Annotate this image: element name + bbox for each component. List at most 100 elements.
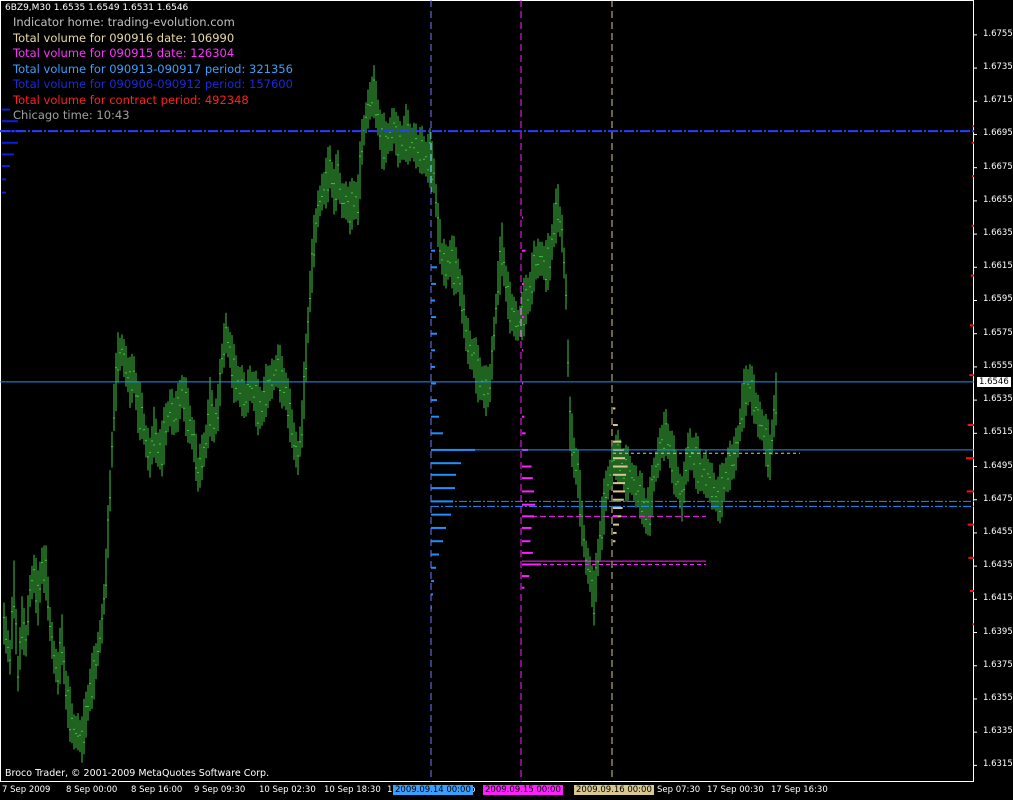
volume-profile-contract-bar bbox=[968, 556, 974, 559]
volume-profile-contract-bar bbox=[970, 324, 974, 327]
volume-profile-contract-bar bbox=[966, 457, 974, 460]
y-tick-label: 1.6335 bbox=[983, 726, 1013, 737]
volume-profile-0916-bar bbox=[613, 540, 616, 543]
volume-profile-contract-bar bbox=[967, 523, 974, 526]
info-line-value: 157600 bbox=[249, 77, 293, 91]
y-tick-label: 1.6355 bbox=[983, 692, 1013, 703]
volume-profile-0916-bar bbox=[613, 490, 625, 493]
y-tick-label: 1.6435 bbox=[983, 560, 1013, 571]
info-line-value: 106990 bbox=[190, 30, 235, 45]
info-line-label: Chicago time: bbox=[13, 108, 97, 122]
info-line-label: Total volume for contract period: bbox=[13, 92, 205, 107]
volume-profile-week-bar bbox=[431, 487, 455, 490]
x-tick-label: 9 Sep 09:30 bbox=[194, 785, 246, 795]
plot-frame bbox=[0, 0, 974, 782]
volume-profile-0916-bar bbox=[613, 531, 617, 534]
volume-profile-0915-bar bbox=[522, 503, 536, 506]
volume-profile-0916-bar bbox=[613, 424, 618, 427]
session-date-marker: 2009.09.16 00:00 bbox=[574, 785, 654, 795]
volume-profile-0916-bar bbox=[613, 507, 623, 510]
volume-profile-0915-bar bbox=[522, 540, 531, 543]
volume-profile-0916-bar bbox=[613, 457, 625, 460]
volume-profile-prev-week-bar bbox=[2, 165, 10, 168]
current-price-label: 1.6546 bbox=[977, 377, 1011, 387]
x-tick-label: 8 Sep 00:00 bbox=[66, 785, 118, 795]
info-line-value: 10:43 bbox=[96, 108, 130, 122]
volume-profile-week-bar bbox=[431, 282, 436, 285]
y-tick-label: 1.6535 bbox=[983, 394, 1013, 405]
y-tick-label: 1.6515 bbox=[983, 427, 1013, 438]
volume-profile-0916-bar bbox=[613, 465, 628, 468]
info-line-label: Total volume for 090913-090917 period: bbox=[13, 61, 250, 76]
y-tick-label: 1.6375 bbox=[983, 659, 1013, 670]
volume-profile-contract-bar bbox=[972, 125, 974, 128]
x-tick-label: 7 Sep 2009 bbox=[2, 785, 51, 795]
volume-profile-week-bar bbox=[431, 462, 461, 465]
y-tick-label: 1.6695 bbox=[983, 128, 1013, 139]
session-date-marker: 2009.09.15 00:00 bbox=[483, 785, 563, 795]
x-tick-label: 17 Sep 16:30 bbox=[771, 785, 828, 795]
y-tick-label: 1.6575 bbox=[983, 327, 1013, 338]
volume-profile-week-bar bbox=[431, 249, 435, 252]
volume-profile-0915-bar bbox=[522, 432, 526, 435]
x-tick-label: 10 Sep 18:30 bbox=[324, 785, 381, 795]
volume-profile-contract-bar bbox=[972, 623, 974, 626]
y-tick-label: 1.6655 bbox=[983, 194, 1013, 205]
volume-profile-week-bar bbox=[431, 526, 446, 529]
volume-profile-week-bar bbox=[431, 553, 439, 556]
volume-profile-0916-bar bbox=[613, 498, 624, 501]
volume-profile-0915-bar bbox=[522, 316, 525, 319]
info-line-label: Total volume for 090906-090912 period: bbox=[13, 77, 250, 91]
volume-profile-contract-bar bbox=[972, 174, 974, 177]
info-line: Chicago time: 10:43 bbox=[13, 108, 130, 122]
copyright-text: Broco Trader, © 2001-2009 MetaQuotes Sof… bbox=[5, 768, 270, 779]
info-line-label: Total volume for 090915 date: bbox=[13, 46, 191, 60]
volume-profile-0915-bar bbox=[522, 490, 534, 493]
volume-profile-week-bar bbox=[431, 266, 437, 269]
volume-profile-contract-bar bbox=[969, 374, 974, 377]
y-tick-label: 1.6635 bbox=[983, 228, 1013, 239]
volume-profile-week-bar bbox=[431, 606, 432, 609]
y-tick-label: 1.6475 bbox=[983, 493, 1013, 504]
volume-profile-week-bar bbox=[431, 566, 436, 569]
info-line: Total volume for 090913-090917 period: 3… bbox=[13, 62, 293, 76]
volume-profile-week-bar bbox=[431, 415, 439, 418]
info-line: Total volume for 090906-090912 period: 1… bbox=[13, 77, 293, 91]
volume-profile-0915-bar bbox=[522, 282, 525, 285]
volume-profile-week-bar bbox=[431, 432, 443, 435]
volume-profile-week-bar bbox=[431, 513, 451, 516]
info-line: Indicator home: trading-evolution.com bbox=[13, 15, 235, 29]
y-tick-label: 1.6415 bbox=[983, 593, 1013, 604]
volume-profile-contract-bar bbox=[967, 424, 974, 427]
volume-profile-0915-bar bbox=[522, 551, 533, 554]
x-tick-label: Sep 07:30 bbox=[657, 785, 701, 795]
info-line: Total volume for contract period: 492348 bbox=[13, 93, 249, 107]
y-tick-label: 1.6315 bbox=[983, 759, 1013, 770]
volume-profile-week-bar bbox=[431, 349, 435, 352]
x-tick-label: 8 Sep 16:00 bbox=[131, 785, 183, 795]
info-line-value: 321356 bbox=[249, 61, 293, 76]
info-line-value: 126304 bbox=[190, 46, 235, 60]
volume-profile-0915-bar bbox=[522, 349, 524, 352]
y-tick-label: 1.6555 bbox=[983, 360, 1013, 371]
volume-profile-0915-bar bbox=[522, 415, 525, 418]
info-line-value: 492348 bbox=[204, 92, 249, 107]
chart-title: 6BZ9,M30 1.6535 1.6549 1.6531 1.6546 bbox=[5, 3, 189, 13]
y-tick-label: 1.6455 bbox=[983, 526, 1013, 537]
volume-profile-0915-bar bbox=[522, 477, 533, 480]
y-tick-label: 1.6755 bbox=[983, 28, 1013, 39]
y-tick-label: 1.6595 bbox=[983, 294, 1013, 305]
volume-profile-week-bar bbox=[431, 580, 434, 583]
volume-profile-week-bar bbox=[431, 332, 437, 335]
volume-profile-contract-bar bbox=[971, 224, 974, 227]
volume-profile-0915-bar bbox=[522, 382, 524, 385]
x-tick-label: 17 Sep 00:30 bbox=[707, 785, 764, 795]
x-tick-label: 1 bbox=[387, 785, 393, 795]
price-chart[interactable] bbox=[0, 0, 1013, 800]
volume-profile-0915-bar bbox=[522, 586, 525, 589]
y-tick-label: 1.6675 bbox=[983, 161, 1013, 172]
volume-profile-0916-bar bbox=[613, 407, 616, 410]
volume-profile-prev-week-bar bbox=[2, 141, 18, 144]
volume-profile-week-bar bbox=[431, 299, 435, 302]
info-line: Total volume for 090915 date: 126304 bbox=[13, 46, 234, 60]
